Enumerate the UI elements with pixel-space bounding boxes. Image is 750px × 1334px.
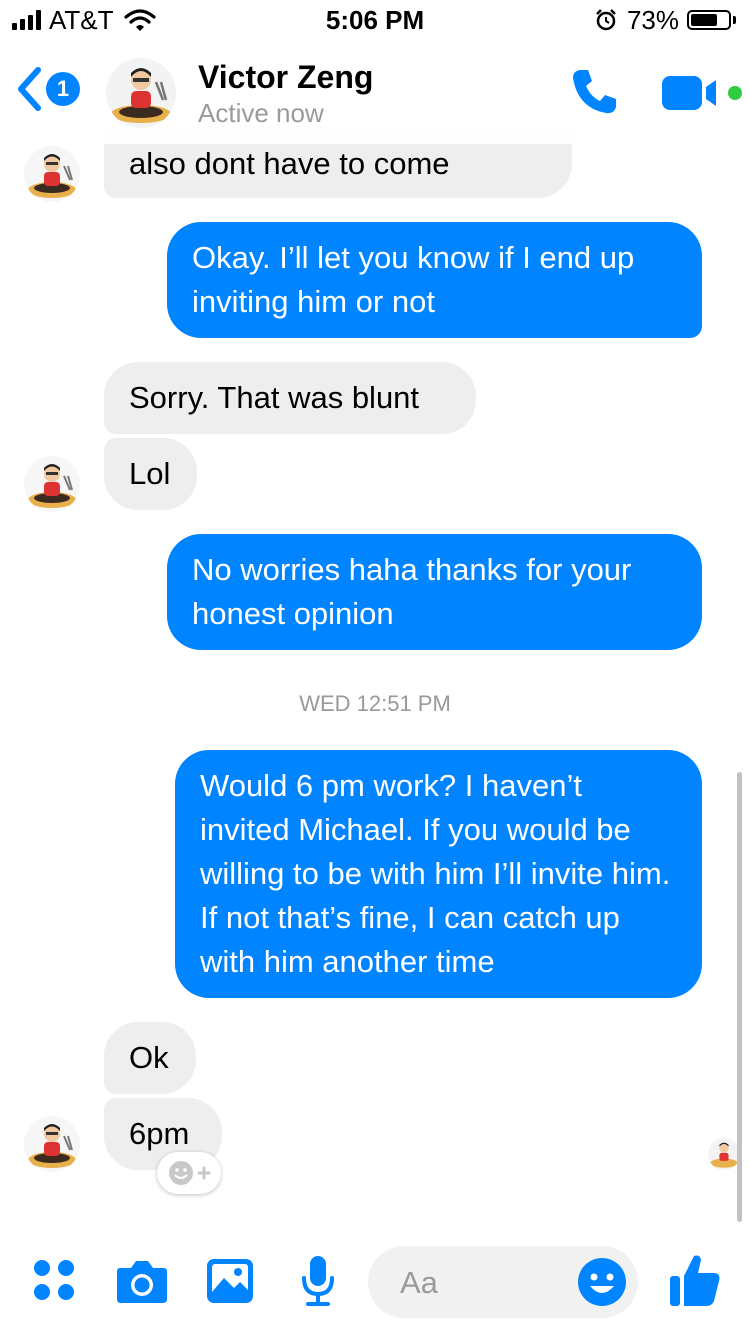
bitmoji-avatar-icon <box>28 464 76 508</box>
contact-avatar[interactable] <box>24 1116 80 1172</box>
unread-badge: 1 <box>46 72 80 106</box>
bitmoji-avatar-icon <box>111 68 171 123</box>
composer-bar <box>0 1240 750 1334</box>
add-reaction-button[interactable] <box>157 1152 221 1194</box>
emoji-icon[interactable] <box>576 1256 628 1308</box>
back-chevron-icon <box>18 67 41 111</box>
message-text: Okay. I’ll let you know if I end up invi… <box>192 240 635 319</box>
contact-avatar[interactable] <box>24 456 80 512</box>
message-timestamp: WED 12:51 PM <box>299 691 451 716</box>
message-list[interactable]: also dont have to come Okay. I’ll let yo… <box>0 0 750 1240</box>
message-text: Sorry. That was blunt <box>129 380 420 415</box>
message-text: Would 6 pm work? I haven’t invited Micha… <box>200 768 671 979</box>
message-text: No worries haha thanks for your honest o… <box>192 552 632 631</box>
header-avatar[interactable] <box>106 58 176 128</box>
alarm-icon <box>596 9 616 31</box>
messenger-chat-screen: also dont have to come Okay. I’ll let yo… <box>0 0 750 1334</box>
video-camera-icon[interactable] <box>662 74 722 112</box>
read-receipt-avatar <box>708 1138 740 1170</box>
gallery-icon[interactable] <box>206 1258 254 1304</box>
thumbs-up-icon[interactable] <box>668 1252 722 1308</box>
incoming-message[interactable]: Lol <box>104 438 197 510</box>
message-compose-field[interactable] <box>368 1246 638 1318</box>
status-bar: AT&T 5:06 PM 73% <box>0 0 750 40</box>
bitmoji-avatar-icon <box>710 1142 738 1168</box>
active-status-dot <box>728 86 742 100</box>
battery-cap <box>733 16 736 24</box>
add-reaction-icon <box>169 1161 211 1185</box>
status-right: 73% <box>595 6 736 34</box>
outgoing-message[interactable]: Would 6 pm work? I haven’t invited Micha… <box>175 750 702 998</box>
apps-icon[interactable] <box>32 1258 76 1302</box>
message-text: 6pm <box>129 1116 190 1151</box>
outgoing-message[interactable]: Okay. I’ll let you know if I end up invi… <box>167 222 702 338</box>
bitmoji-avatar-icon <box>28 154 76 198</box>
message-text: Ok <box>129 1040 169 1075</box>
incoming-message[interactable]: Sorry. That was blunt <box>104 362 476 434</box>
phone-icon[interactable] <box>568 66 620 118</box>
incoming-message[interactable]: Ok <box>104 1022 196 1094</box>
battery-percent: 73% <box>626 5 679 35</box>
message-input[interactable] <box>398 1260 582 1306</box>
message-text: also dont have to come <box>129 146 450 181</box>
contact-status: Active now <box>198 98 324 128</box>
conversation-header: 1 Victor Zeng Active now <box>0 40 750 144</box>
camera-icon[interactable] <box>116 1258 168 1304</box>
back-button[interactable]: 1 <box>16 66 80 112</box>
microphone-icon[interactable] <box>300 1254 336 1308</box>
bitmoji-avatar-icon <box>28 1124 76 1168</box>
contact-avatar[interactable] <box>24 146 80 202</box>
outgoing-message[interactable]: No worries haha thanks for your honest o… <box>167 534 702 650</box>
scrollbar[interactable] <box>737 772 742 1222</box>
contact-name[interactable]: Victor Zeng <box>198 58 373 96</box>
battery-icon <box>687 10 731 30</box>
message-text: Lol <box>129 456 171 491</box>
